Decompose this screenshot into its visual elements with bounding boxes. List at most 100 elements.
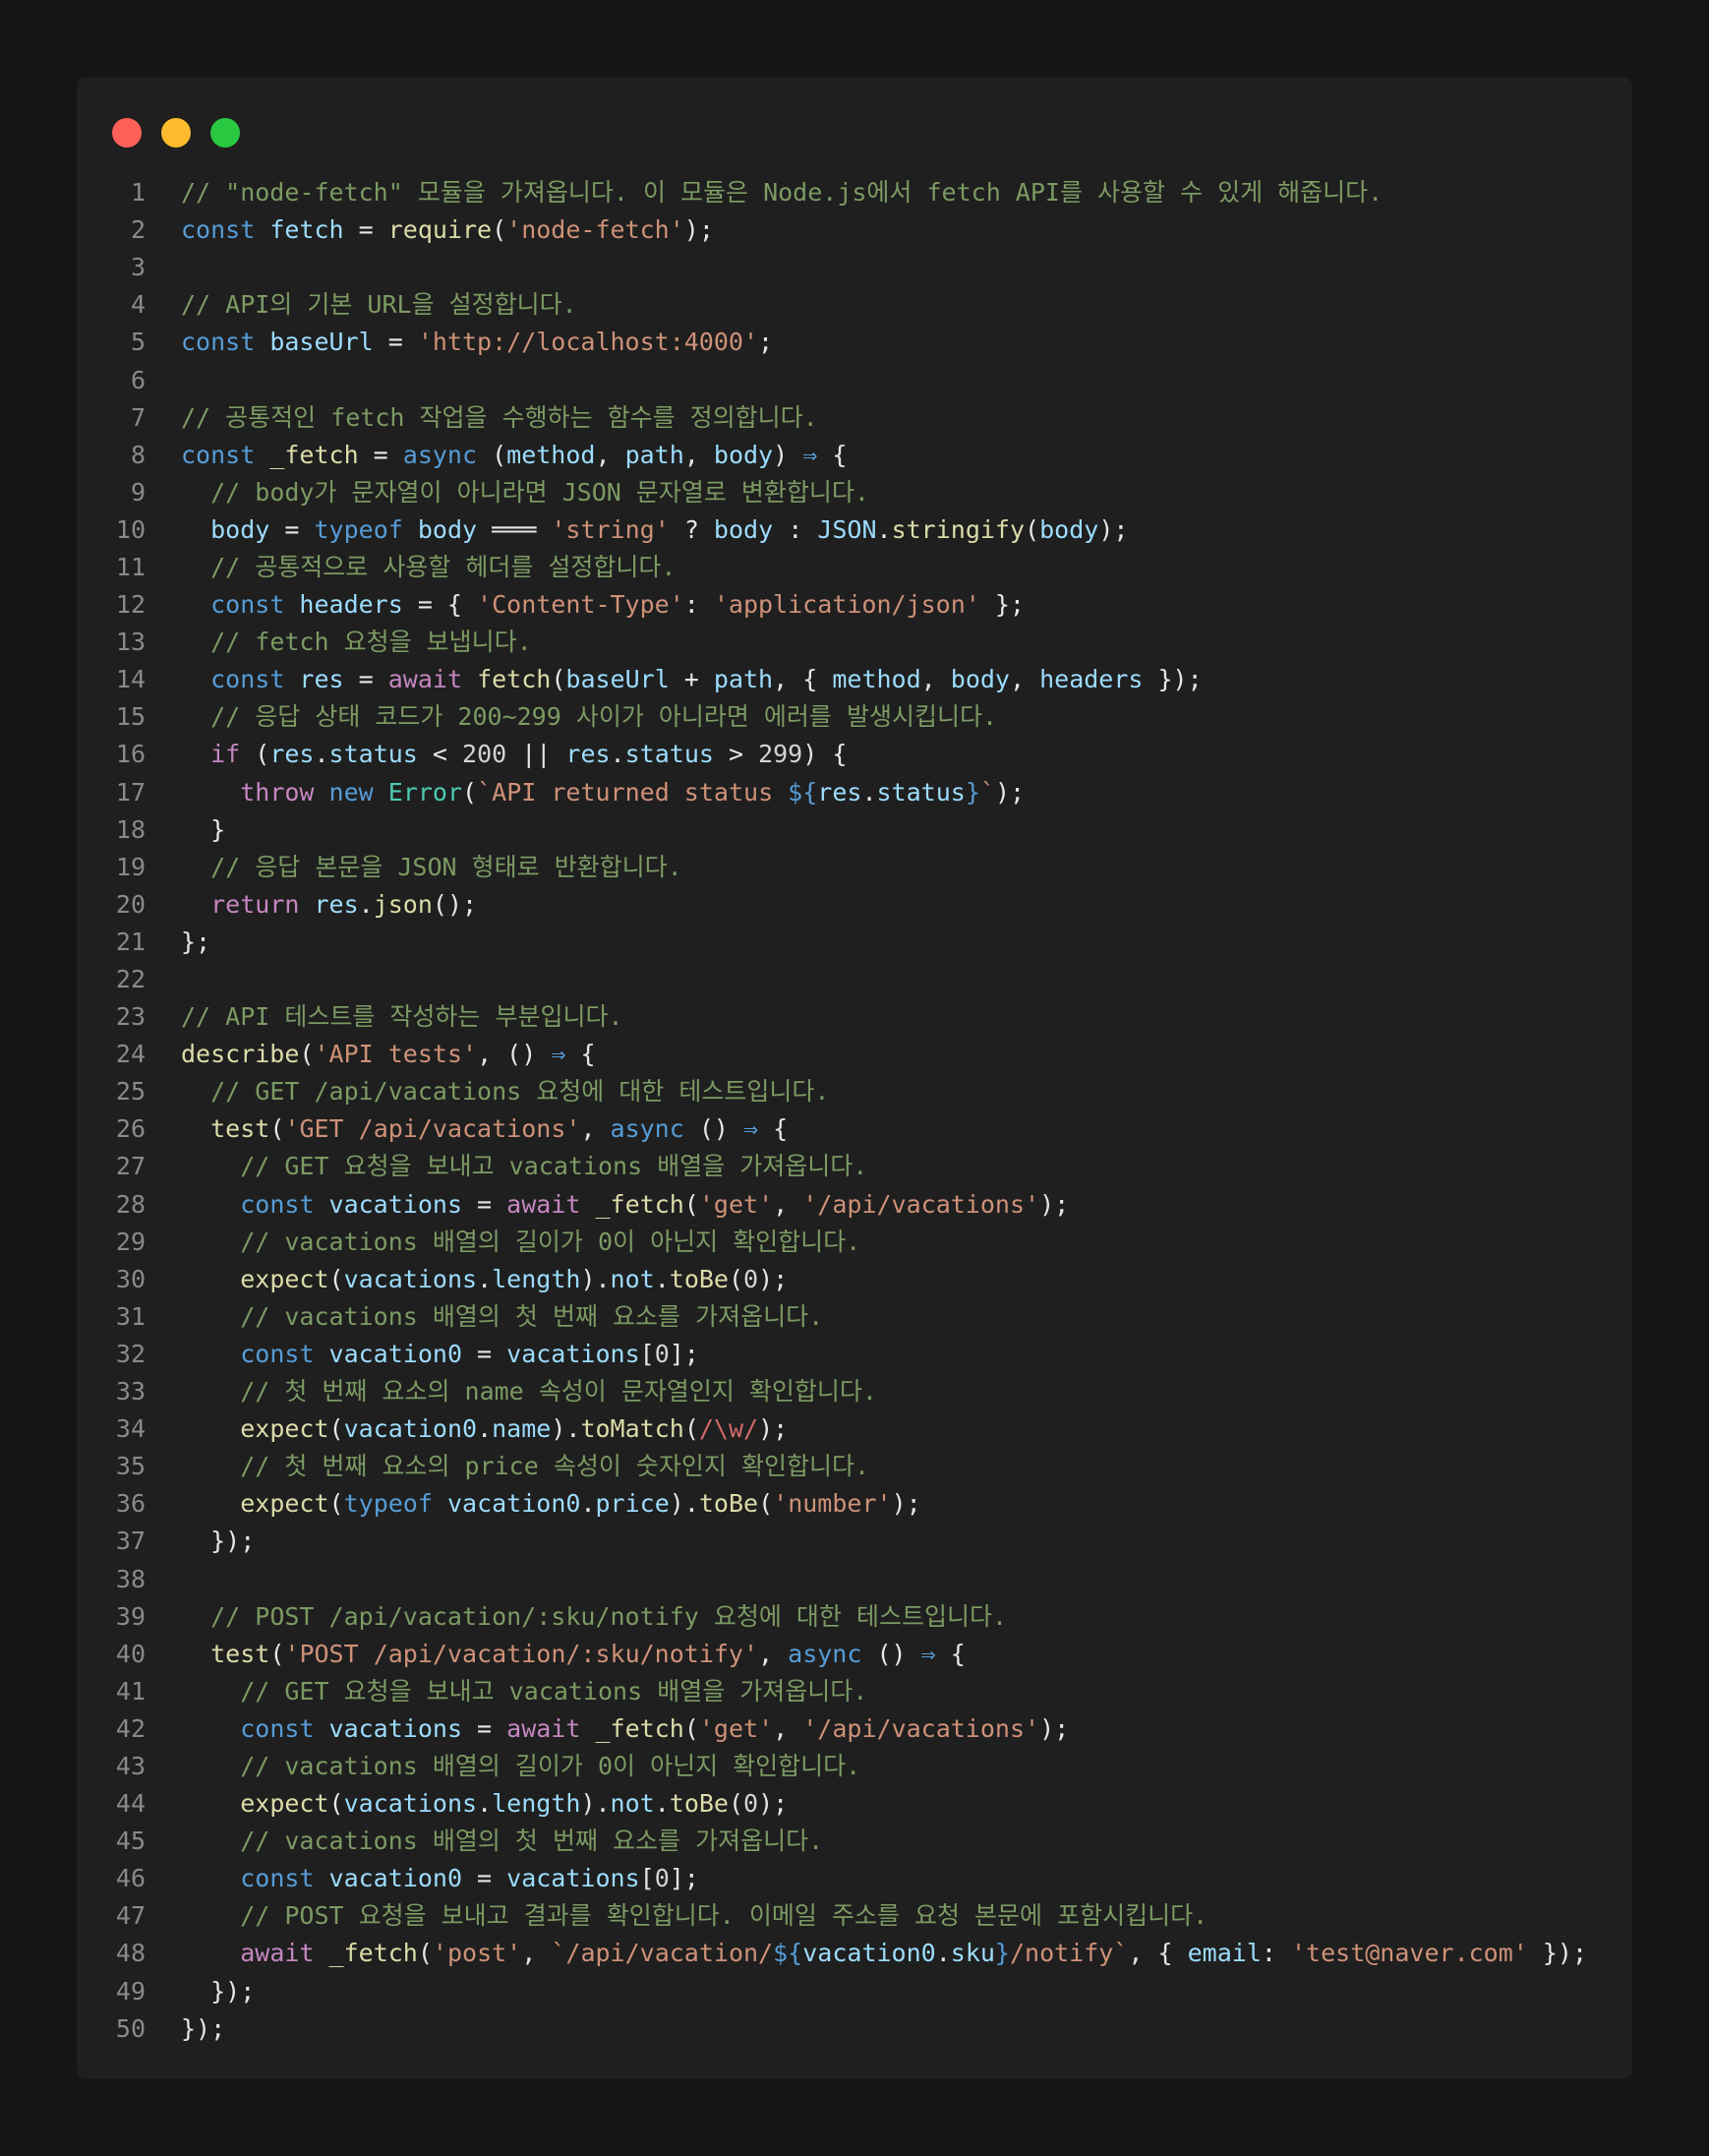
line-number: 30	[115, 1264, 146, 1293]
line-number: 22	[115, 965, 146, 994]
code-token-class: Error	[387, 777, 463, 807]
code-token-punct: );	[758, 1414, 789, 1444]
code-token-keyword: const	[181, 328, 270, 357]
code-line: 26 test('GET /api/vacations', async () ⇒…	[77, 1110, 1632, 1148]
line-source: });	[146, 2010, 225, 2048]
line-number: 20	[115, 889, 146, 919]
minimize-button[interactable]	[161, 118, 191, 148]
line-source: body = typeof body ═══ 'string' ? body :…	[146, 511, 1128, 549]
maximize-button[interactable]	[210, 118, 240, 148]
code-token-punct: ).	[551, 1414, 581, 1444]
code-line: 15 // 응답 상태 코드가 200~299 사이가 아니라면 에러를 발생시…	[77, 698, 1632, 736]
code-token-variable: body	[950, 665, 1010, 694]
code-token-punct	[181, 1152, 240, 1180]
line-number: 15	[115, 702, 146, 732]
line-number: 26	[115, 1114, 146, 1144]
code-token-punct	[181, 702, 210, 731]
line-source: // GET 요청을 보내고 vacations 배열을 가져옵니다.	[146, 1148, 867, 1185]
code-token-string: 'POST /api/vacation/:sku/notify'	[284, 1639, 759, 1668]
code-token-punct	[181, 1789, 240, 1818]
code-token-punct: (	[269, 1114, 285, 1144]
line-source: // 공통적으로 사용할 헤더를 설정합니다.	[146, 549, 676, 586]
code-line: 2 const fetch = require('node-fetch');	[77, 211, 1632, 249]
code-token-punct: :	[1261, 1939, 1291, 1968]
code-token-punct: );	[683, 215, 714, 245]
code-token-keyword: const	[181, 215, 270, 245]
code-token-keyword: const	[181, 440, 270, 469]
code-token-comment: // fetch 요청을 보냅니다.	[210, 628, 532, 657]
code-token-punct	[181, 1677, 240, 1706]
code-token-string: `	[979, 777, 995, 807]
code-token-comment: // 첫 번째 요소의 name 속성이 문자열인지 확인합니다.	[240, 1377, 877, 1407]
code-token-punct: )	[773, 440, 803, 469]
code-token-string: '/api/vacations'	[802, 1189, 1040, 1219]
code-token-keyword: async	[788, 1639, 862, 1668]
code-token-punct: );	[1039, 1713, 1070, 1743]
code-line: 43 // vacations 배열의 길이가 0이 아닌지 확인합니다.	[77, 1748, 1632, 1785]
line-source: });	[146, 1523, 255, 1560]
code-line: 48 await _fetch('post', `/api/vacation/$…	[77, 1935, 1632, 1972]
code-token-punct: =	[462, 1189, 507, 1219]
code-token-function: expect	[240, 1264, 329, 1293]
line-number: 11	[115, 552, 146, 581]
code-line: 7 // 공통적인 fetch 작업을 수행하는 함수를 정의합니다.	[77, 399, 1632, 437]
code-line: 46 const vacation0 = vacations[0];	[77, 1860, 1632, 1897]
code-token-punct: =	[358, 440, 403, 469]
code-token-variable: vacations	[328, 1189, 462, 1219]
line-number: 38	[115, 1564, 146, 1593]
code-line: 21};	[77, 924, 1632, 961]
code-token-comment: // 응답 상태 코드가 200~299 사이가 아니라면 에러를 발생시킵니다…	[210, 702, 998, 732]
code-token-variable: status	[328, 740, 418, 769]
line-number: 12	[115, 590, 146, 620]
code-token-comment: // POST /api/vacation/:sku/notify 요청에 대한…	[210, 1601, 1008, 1631]
line-number: 35	[115, 1452, 146, 1481]
code-token-punct	[181, 1452, 240, 1480]
code-token-comment: // body가 문자열이 아니라면 JSON 문자열로 변환합니다.	[210, 477, 869, 507]
code-token-variable: res	[817, 777, 862, 807]
code-token-string: 'application/json'	[713, 590, 980, 620]
code-token-punct: .	[861, 777, 877, 807]
line-source: const _fetch = async (method, path, body…	[146, 437, 847, 474]
code-token-punct: );	[1039, 1189, 1070, 1219]
line-number: 49	[115, 1976, 146, 2006]
line-source: // 응답 상태 코드가 200~299 사이가 아니라면 에러를 발생시킵니다…	[146, 698, 997, 736]
code-token-punct: (	[1025, 514, 1040, 544]
close-button[interactable]	[112, 118, 142, 148]
line-number: 18	[115, 814, 146, 844]
code-token-punct: ||	[506, 740, 566, 769]
code-line: 8 const _fetch = async (method, path, bod…	[77, 437, 1632, 474]
code-line: 37 });	[77, 1523, 1632, 1560]
code-token-punct: ═══	[477, 514, 552, 544]
code-line: 19 // 응답 본문을 JSON 형태로 반환합니다.	[77, 849, 1632, 886]
line-source: // vacations 배열의 첫 번째 요소를 가져옵니다.	[146, 1298, 823, 1336]
code-token-string: 'get'	[698, 1713, 774, 1743]
code-token-function: toBe	[669, 1264, 729, 1293]
line-source: if (res.status < 200 || res.status > 299…	[146, 736, 847, 773]
code-token-punct: );	[758, 1789, 789, 1819]
code-token-variable: body	[713, 514, 774, 544]
code-token-template: }	[994, 1939, 1010, 1968]
code-token-punct	[181, 515, 210, 544]
code-token-punct: ,	[1009, 665, 1040, 694]
code-token-string: 'get'	[698, 1189, 774, 1219]
code-token-punct: {	[758, 1114, 789, 1144]
code-token-variable: not	[610, 1789, 655, 1819]
code-token-punct: (	[328, 1414, 344, 1444]
line-number: 1	[130, 178, 146, 208]
code-token-punct: };	[181, 927, 211, 956]
code-token-punct	[181, 890, 210, 919]
code-token-variable: headers	[1039, 665, 1144, 694]
code-token-variable: baseUrl	[269, 328, 374, 357]
code-token-function: json	[373, 889, 433, 919]
code-token-punct	[314, 1939, 328, 1967]
code-block[interactable]: 1 // "node-fetch" 모듈을 가져옵니다. 이 모듈은 Node.j…	[77, 174, 1632, 2048]
code-token-variable: baseUrl	[565, 665, 670, 694]
line-number: 32	[115, 1339, 146, 1368]
code-token-variable: fetch	[269, 215, 344, 245]
code-token-punct: ];	[669, 1339, 699, 1368]
code-token-punct: .	[477, 1789, 493, 1819]
line-number: 2	[130, 215, 146, 245]
code-token-punct	[181, 1340, 240, 1368]
code-line: 28 const vacations = await _fetch('get',…	[77, 1186, 1632, 1224]
code-token-punct: );	[994, 777, 1026, 807]
